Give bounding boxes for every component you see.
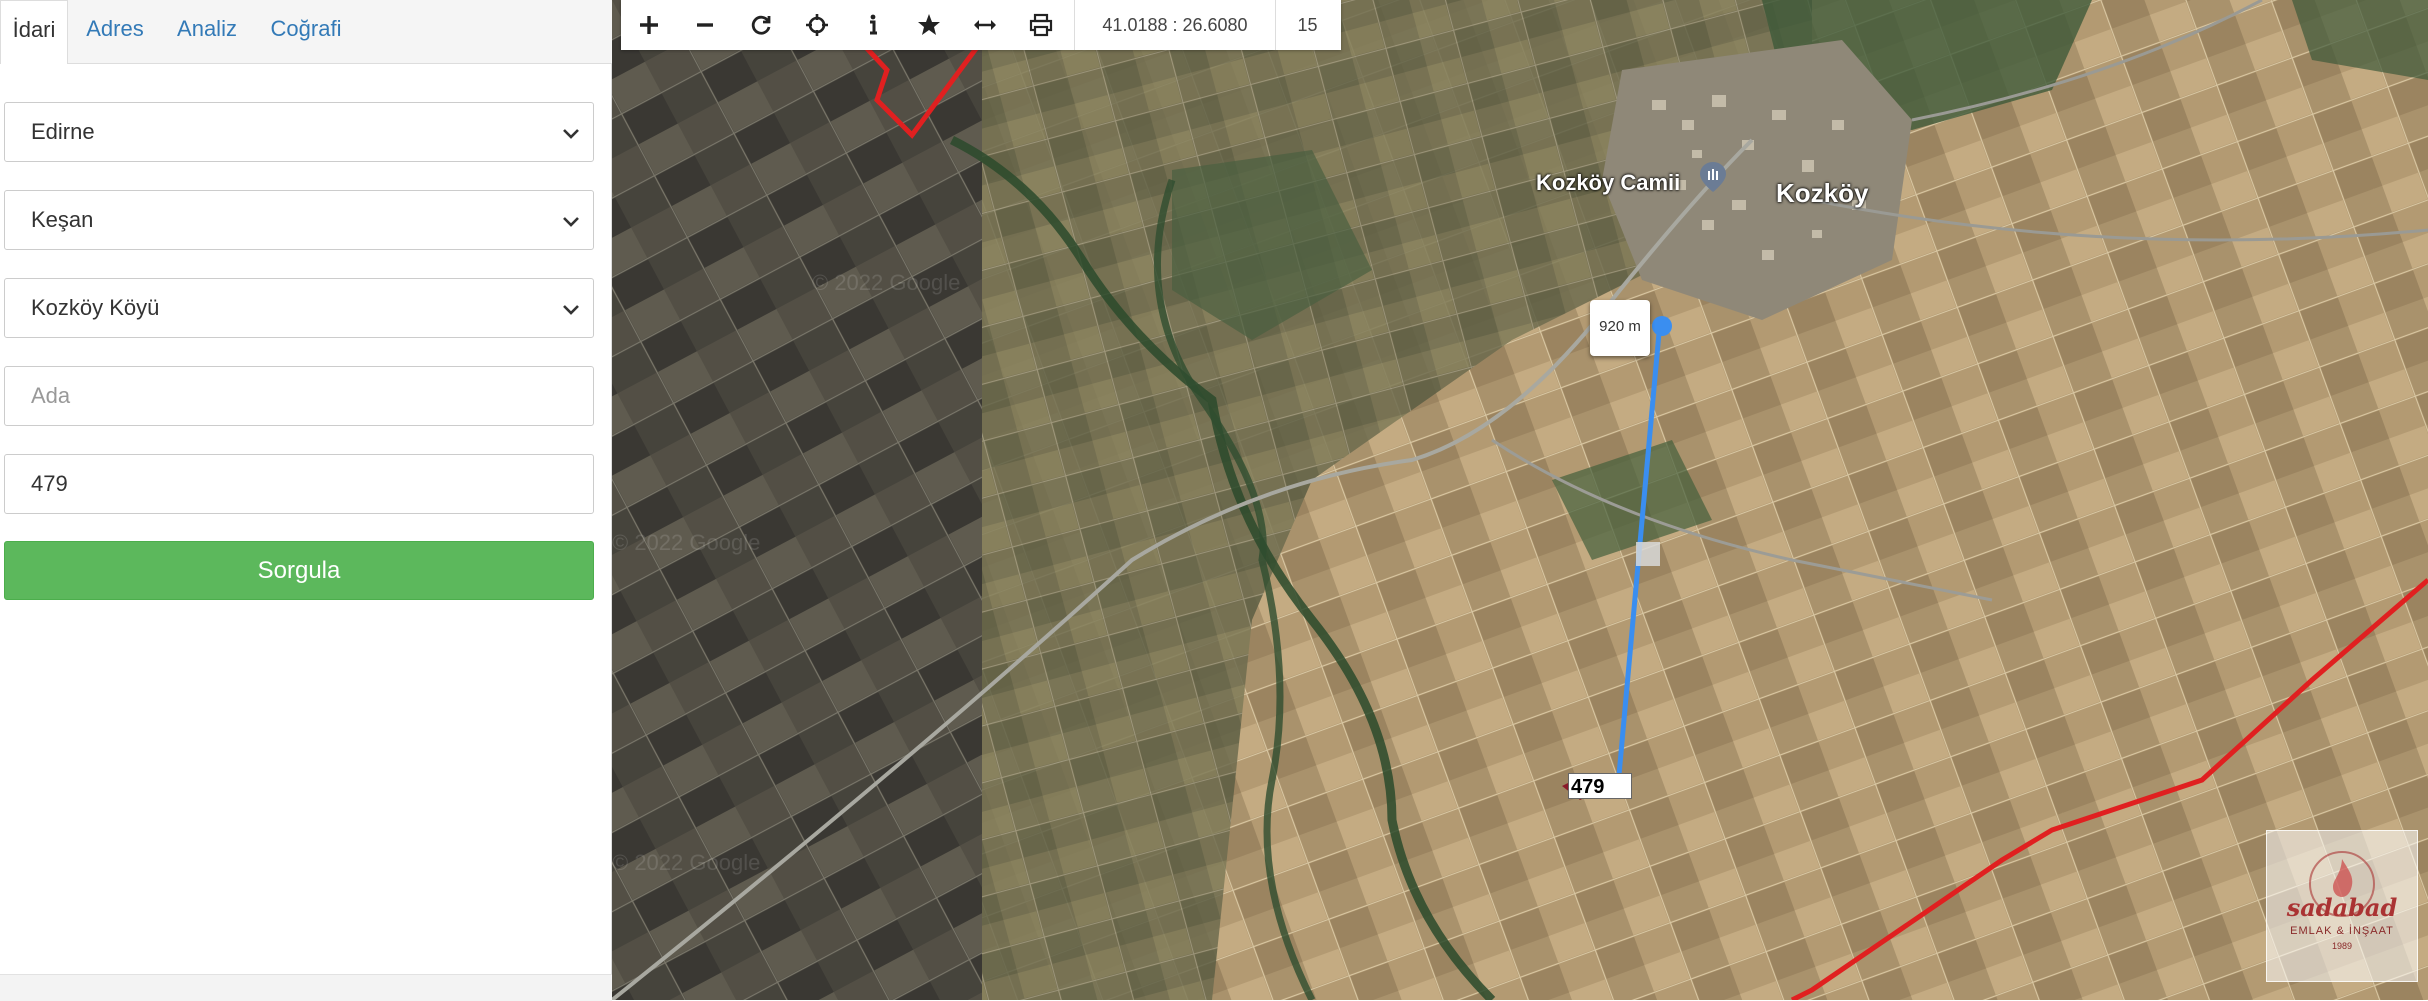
zoom-in-button[interactable] (621, 0, 677, 50)
locate-button[interactable] (789, 0, 845, 50)
chevron-down-icon (563, 217, 579, 227)
query-button[interactable]: Sorgula (4, 541, 594, 600)
measure-button[interactable] (957, 0, 1013, 50)
satellite-map[interactable]: © 2022 Google © 2022 Google © 2022 Googl… (612, 0, 2428, 1000)
favorite-button[interactable] (901, 0, 957, 50)
block-input-placeholder: Ada (31, 383, 71, 408)
svg-text:© 2022 Google: © 2022 Google (612, 850, 760, 875)
coordinate-readout: 41.0188 : 26.6080 (1074, 0, 1276, 50)
svg-text:© 2022 Google: © 2022 Google (612, 530, 760, 555)
chevron-down-icon (563, 129, 579, 139)
measure-midpoint-handle (1636, 542, 1660, 566)
minus-icon (697, 23, 713, 27)
watermark-name: sadabad (2286, 893, 2398, 922)
village-label: Kozköy (1776, 178, 1869, 208)
watermark-year: 1989 (2331, 941, 2353, 951)
tab-idari[interactable]: İdari (0, 0, 68, 64)
parcel-input[interactable]: 479 (4, 454, 594, 514)
block-input[interactable]: Ada (4, 366, 594, 426)
province-select[interactable]: Edirne (4, 102, 594, 162)
print-button[interactable] (1013, 0, 1069, 50)
neighborhood-select[interactable]: Kozköy Köyü (4, 278, 594, 338)
info-icon (870, 14, 877, 35)
tab-cografi[interactable]: Coğrafi (252, 0, 360, 64)
print-icon (1029, 13, 1053, 37)
parcel-input-value: 479 (31, 471, 68, 496)
svg-text:© 2022 Google: © 2022 Google (812, 270, 960, 295)
parcel-number-label: 479 (1568, 773, 1632, 799)
tab-adres[interactable]: Adres (68, 0, 162, 64)
mosque-label: Kozköy Camii (1536, 170, 1681, 195)
crosshair-icon (806, 14, 828, 36)
refresh-button[interactable] (733, 0, 789, 50)
star-icon (918, 14, 940, 35)
neighborhood-select-value: Kozköy Köyü (31, 295, 160, 320)
tab-bar: İdari Adres Analiz Coğrafi (0, 0, 612, 64)
sidebar-footer (0, 974, 612, 1001)
map-toolbar: 41.0188 : 26.6080 15 (621, 0, 1341, 50)
watermark-logo: sadabad EMLAK & İNŞAAT 1989 (2266, 830, 2418, 982)
tab-analiz[interactable]: Analiz (162, 0, 252, 64)
arrows-horizontal-icon (974, 20, 996, 30)
sidebar-panel: İdari Adres Analiz Coğrafi Edirne Keşan … (0, 0, 612, 1001)
zoom-out-button[interactable] (677, 0, 733, 50)
watermark-subtitle: EMLAK & İNŞAAT (2290, 925, 2394, 937)
district-select[interactable]: Keşan (4, 190, 594, 250)
district-select-value: Keşan (31, 207, 94, 232)
refresh-icon (751, 15, 771, 35)
plus-icon (640, 16, 658, 34)
province-select-value: Edirne (31, 119, 95, 144)
zoom-level-readout: 15 (1297, 15, 1318, 35)
chevron-down-icon (563, 305, 579, 315)
satellite-imagery: © 2022 Google © 2022 Google © 2022 Googl… (612, 0, 2428, 1000)
measure-distance-label: 920 m (1590, 300, 1650, 356)
info-button[interactable] (845, 0, 901, 50)
mosque-icon (1700, 162, 1726, 192)
